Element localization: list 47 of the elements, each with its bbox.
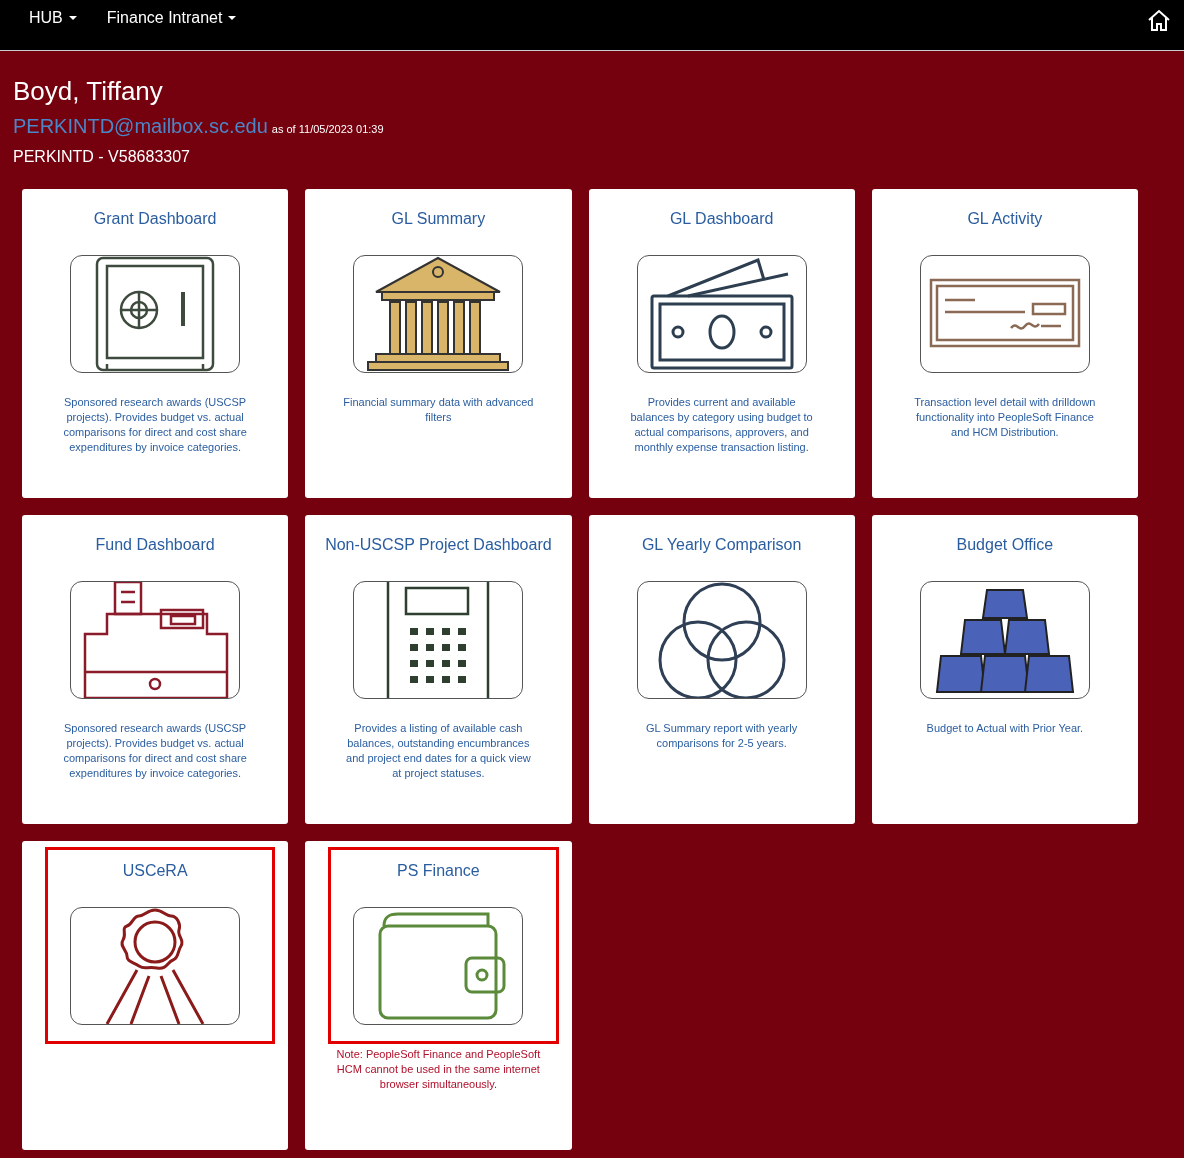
dashboard-tile[interactable]: PS Finance Note: PeopleSoft Finance and PeopleSoft HCM cannot be used in the same internet browser simultaneously.: [305, 841, 572, 1150]
tile-title: Grant Dashboard: [93, 209, 217, 229]
money-icon: [636, 255, 807, 373]
dashboard-tile[interactable]: GL Yearly Comparison GL Summary report with yearly comparisons for 2-5 years.: [588, 515, 855, 824]
warning-note: Note: PeopleSoft Finance and PeopleSoft HCM cannot be used in the same internet browser simultaneously.: [335, 1047, 542, 1092]
circles-icon: [636, 581, 807, 699]
dashboard-tile[interactable]: Fund Dashboard Sponsored research awards (USCSP projects). Provides budget vs. actual comparisons for direct and cost share expenditures by invoice categories.: [22, 515, 289, 824]
nav-dropdown-menu[interactable]: HUB: [29, 6, 77, 30]
check-icon: [919, 255, 1090, 373]
caret-icon: [228, 16, 237, 20]
tile-title: GL Dashboard: [669, 209, 774, 229]
nav-dropdown-menu[interactable]: Finance Intranet: [106, 6, 237, 30]
ribbon-icon: [70, 907, 241, 1025]
caret-icon: [68, 16, 77, 20]
tile-description: Provides a listing of available cash balances, outstanding encumbrances and project end dates for a quick view at project statuses.: [345, 721, 532, 781]
dashboard-tile[interactable]: Non-USCSP Project Dashboard Provides a listing of available cash balances, outstanding encumbrances and project end dates for a quick view at project statuses.: [305, 515, 572, 824]
dashboard-tile[interactable]: Budget Office Budget to Actual with Prior Year.: [871, 515, 1138, 824]
tile-title: GL Summary: [391, 209, 486, 229]
tile-description: GL Summary report with yearly comparisons for 2-5 years.: [645, 721, 799, 751]
tile-description: Sponsored research awards (USCSP projects). Provides budget vs. actual comparisons for direct and cost share expenditures by invoice categories.: [62, 395, 248, 455]
tile-title: USCeRA: [122, 861, 188, 881]
bullion-stack-icon: [919, 581, 1090, 699]
timestamp: as of 11/05/2023 01:39: [271, 122, 384, 137]
tile-title: Fund Dashboard: [95, 535, 215, 555]
tile-title: GL Activity: [967, 209, 1043, 229]
dashboard-tile[interactable]: GL Summary Financial summary data with advanced filters: [305, 189, 572, 498]
tile-title: Non-USCSP Project Dashboard: [325, 535, 552, 555]
tile-description: Financial summary data with advanced filters: [342, 395, 535, 425]
tile-description: Budget to Actual with Prior Year.: [925, 721, 1085, 736]
safe-icon: [70, 255, 241, 373]
user-name: Boyd, Tiffany: [13, 75, 164, 107]
cash-register-icon: [70, 581, 241, 699]
tile-title: Budget Office: [956, 535, 1054, 555]
tile-title: GL Yearly Comparison: [641, 535, 802, 555]
tile-title: PS Finance: [397, 861, 480, 881]
calculator-icon: [353, 581, 524, 699]
dashboard-tile[interactable]: GL Dashboard Provides current and available balances by category using budget to actual comparisons, approvers, and monthly expense transaction listing.: [588, 189, 855, 498]
dashboard-tile[interactable]: USCeRA: [22, 841, 289, 1150]
tile-description: Sponsored research awards (USCSP projects). Provides budget vs. actual comparisons for direct and cost share expenditures by invoice categories.: [62, 721, 248, 781]
dashboard-tile[interactable]: GL Activity Transaction level detail with drilldown functionality into PeopleSoft Finance and HCM Distribution.: [871, 189, 1138, 498]
dashboard-tile[interactable]: Grant Dashboard Sponsored research awards (USCSP projects). Provides budget vs. actual comparisons for direct and cost share expenditures by invoice categories.: [22, 189, 289, 498]
tile-description: Transaction level detail with drilldown functionality into PeopleSoft Finance and HCM Distribution.: [913, 395, 1097, 440]
wallet-icon: [353, 907, 524, 1025]
tile-description: Provides current and available balances by category using budget to actual comparisons, approvers, and monthly expense transaction listing.: [629, 395, 814, 455]
home-icon[interactable]: [1147, 9, 1171, 31]
bank-icon: [353, 255, 524, 373]
user-id: PERKINTD - V58683307: [13, 147, 191, 167]
